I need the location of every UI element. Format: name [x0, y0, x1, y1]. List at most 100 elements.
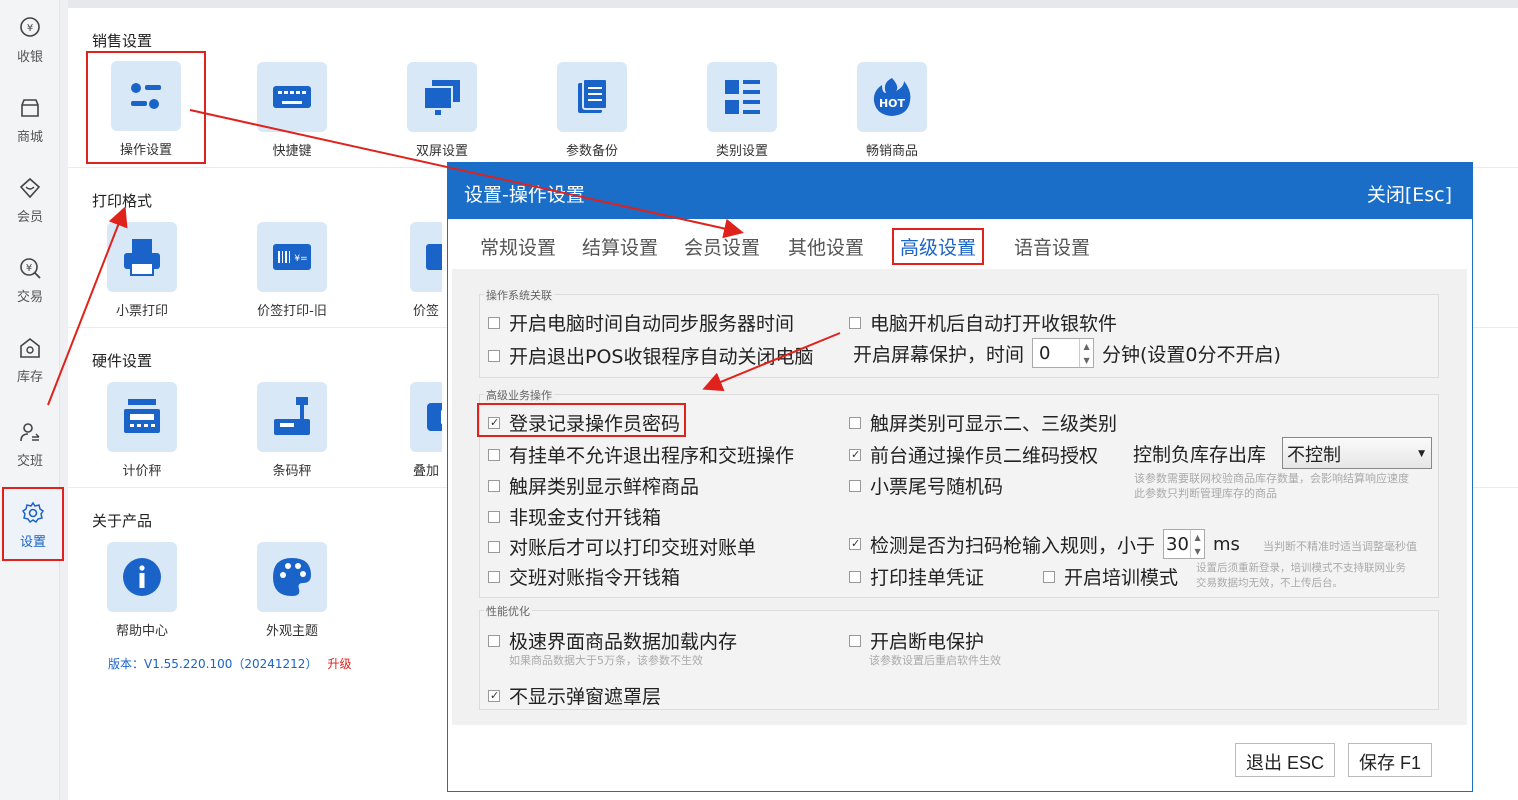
screensaver-minutes-input[interactable]: 0 ▲ ▼ [1032, 338, 1095, 368]
version-info: 版本：V1.55.220.100（20241212） 升级 [108, 655, 351, 672]
checkbox[interactable] [488, 510, 500, 523]
checkbox[interactable] [849, 316, 861, 329]
checkbox[interactable] [849, 416, 861, 429]
tile-theme[interactable]: 外观主题 [232, 542, 352, 639]
checkbox[interactable] [488, 448, 500, 461]
tile-label: 叠加 [412, 464, 439, 479]
scale-icon [124, 399, 160, 433]
section-title-about: 关于产品 [92, 512, 153, 530]
opt-non-cash-drawer[interactable]: 非现金支付开钱箱 [488, 503, 661, 530]
checkbox[interactable] [488, 570, 500, 583]
nav-item-shift[interactable]: 交班 [0, 408, 60, 484]
nav-label: 设置 [19, 535, 46, 550]
tab-checkout[interactable]: 结算设置 [576, 231, 664, 262]
tab-advanced[interactable]: 高级设置 [892, 228, 985, 265]
opt-qr-auth[interactable]: 前台通过操作员二维码授权 [849, 441, 1098, 468]
opt-random-receipt[interactable]: 小票尾号随机码 [849, 472, 1003, 499]
checkbox-checked[interactable] [849, 448, 861, 461]
neg-stock-select[interactable]: 不控制 ▼ [1282, 437, 1432, 469]
tile-price-label-old[interactable]: ¥= 价签打印-旧 [232, 222, 352, 319]
opt-print-hang[interactable]: 打印挂单凭证 [849, 563, 984, 590]
tile-label: 操作设置 [119, 143, 172, 158]
opt-print-after-check[interactable]: 对账后才可以打印交班对账单 [488, 533, 756, 560]
checkbox[interactable] [1043, 570, 1055, 583]
exit-button[interactable]: 退出 ESC [1235, 743, 1336, 777]
checkbox[interactable] [488, 349, 500, 362]
hot-flame-icon: HOT [873, 78, 911, 116]
tab-voice[interactable]: 语音设置 [1008, 231, 1096, 262]
operation-settings-dialog: 设置-操作设置 关闭[Esc] 常规设置 结算设置 会员设置 其他设置 高级设置… [447, 162, 1473, 792]
scanner-hint: 当判断不精准时适当调整毫秒值 [1263, 540, 1417, 553]
checkbox[interactable] [488, 479, 500, 492]
checkbox-checked[interactable] [488, 689, 500, 702]
nav-label: 库存 [16, 370, 43, 385]
power-protect-hint: 该参数设置后重启软件生效 [869, 654, 1001, 667]
tile-help-center[interactable]: 帮助中心 [82, 542, 202, 639]
opt-power-protect[interactable]: 开启断电保护 [849, 627, 984, 654]
tile-price-scale[interactable]: 计价秤 [82, 382, 202, 479]
checkbox[interactable] [849, 479, 861, 492]
training-hint: 设置后须重新登录，培训模式不支持联网业务 交易数据均无效，不上传后台。 [1196, 562, 1406, 589]
printer-icon [124, 239, 160, 276]
opt-shift-drawer[interactable]: 交班对账指令开钱箱 [488, 563, 680, 590]
tile-label: 快捷键 [272, 144, 312, 159]
tile-category-settings[interactable]: 类别设置 [682, 62, 802, 159]
hot-badge: HOT [879, 97, 906, 110]
upgrade-link[interactable]: 升级 [327, 657, 351, 671]
tile-price-label[interactable]: 价签 [382, 222, 442, 319]
group-label-business: 高级业务操作 [484, 387, 554, 403]
opt-shutdown[interactable]: 开启退出POS收银程序自动关闭电脑 [488, 342, 813, 369]
tab-general[interactable]: 常规设置 [474, 231, 562, 262]
nav-item-settings[interactable]: 设置 [2, 487, 64, 561]
section-title-sales: 销售设置 [92, 32, 153, 50]
inventory-icon [20, 337, 40, 358]
dialog-titlebar: 设置-操作设置 关闭[Esc] [448, 163, 1472, 219]
checkbox[interactable] [488, 634, 500, 647]
tile-barcode-scale[interactable]: 条码秤 [232, 382, 352, 479]
opt-scanner-detect[interactable]: 检测是否为扫码枪输入规则，小于 30▲▼ ms [849, 529, 1240, 559]
svg-text:¥: ¥ [27, 23, 33, 34]
opt-hang-exit[interactable]: 有挂单不允许退出程序和交班操作 [488, 441, 794, 468]
opt-no-mask[interactable]: 不显示弹窗遮罩层 [488, 682, 661, 709]
dual-screen-icon [423, 80, 460, 115]
nav-item-member[interactable]: 会员 [0, 164, 60, 240]
nav-item-inventory[interactable]: 库存 [0, 324, 60, 400]
tile-shortcut-keys[interactable]: 快捷键 [232, 62, 352, 159]
tile-param-backup[interactable]: 参数备份 [532, 62, 652, 159]
chevron-down-icon: ▼ [1418, 449, 1425, 459]
tile-label: 类别设置 [715, 144, 768, 159]
spinner-arrows-icon[interactable]: ▲ ▼ [1079, 339, 1093, 367]
nav-item-trade[interactable]: ¥ 交易 [0, 244, 60, 320]
nav-item-cashier[interactable]: ¥ 收银 [0, 4, 60, 80]
tab-member[interactable]: 会员设置 [678, 231, 766, 262]
opt-touch-category[interactable]: 触屏类别可显示二、三级类别 [849, 409, 1117, 436]
checkbox[interactable] [488, 540, 500, 553]
trade-icon: ¥ [20, 258, 41, 279]
save-button[interactable]: 保存 F1 [1348, 743, 1433, 777]
checkbox-checked[interactable] [849, 538, 861, 550]
tile-receipt-print[interactable]: 小票打印 [82, 222, 202, 319]
opt-fresh-juice[interactable]: 触屏类别显示鲜榨商品 [488, 472, 699, 499]
tile-label: 双屏设置 [415, 144, 468, 159]
opt-sync-time[interactable]: 开启电脑时间自动同步服务器时间 [488, 309, 794, 336]
opt-auto-start[interactable]: 电脑开机后自动打开收银软件 [849, 309, 1117, 336]
tile-hot-products[interactable]: HOT 畅销商品 [832, 62, 952, 159]
spinner-arrows-icon[interactable]: ▲ ▼ [1190, 530, 1204, 558]
scanner-ms-input[interactable]: 30 ▲ ▼ [1163, 529, 1206, 559]
play-icon [427, 403, 442, 431]
tab-other[interactable]: 其他设置 [782, 231, 870, 262]
checkbox[interactable] [488, 316, 500, 329]
settings-list-icon [131, 83, 161, 109]
price-tag-icon [426, 244, 442, 270]
opt-training-mode[interactable]: 开启培训模式 [1043, 563, 1178, 590]
tile-dual-screen[interactable]: 双屏设置 [382, 62, 502, 159]
tile-overlay[interactable]: 叠加 [382, 382, 442, 479]
category-list-icon [725, 80, 760, 114]
checkbox[interactable] [849, 634, 861, 647]
nav-item-store[interactable]: 商城 [0, 84, 60, 160]
opt-fast-load[interactable]: 极速界面商品数据加载内存 [488, 627, 737, 654]
checkbox[interactable] [849, 570, 861, 583]
group-label-perf: 性能优化 [484, 603, 532, 619]
tile-operation-settings[interactable]: 操作设置 [86, 51, 206, 164]
close-button[interactable]: 关闭[Esc] [1367, 180, 1452, 207]
